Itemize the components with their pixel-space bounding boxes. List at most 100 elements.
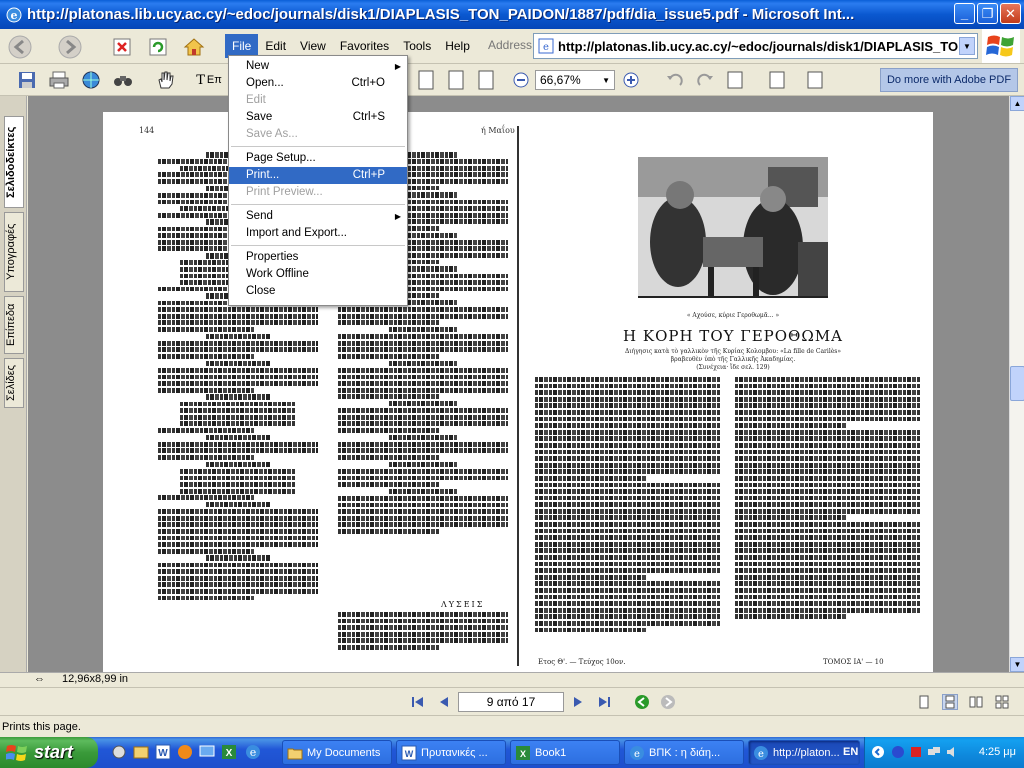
forward-button[interactable]: [56, 33, 84, 61]
menu-item-new[interactable]: New ▶: [229, 58, 407, 75]
page-size-icon: ⇔: [34, 673, 45, 685]
page-number: 144: [139, 126, 155, 135]
last-page-icon[interactable]: [596, 694, 612, 710]
vertical-scrollbar[interactable]: ▲ ▼: [1009, 96, 1024, 672]
scroll-down-icon[interactable]: ▼: [1010, 657, 1024, 672]
hand-tool-button[interactable]: [154, 69, 176, 91]
clock[interactable]: 4:25 μμ: [979, 746, 1016, 758]
task-book1[interactable]: X Book1: [510, 740, 620, 765]
taskbar: start W X e My Documents W Πρυτανικές ..…: [0, 737, 1024, 768]
email-button[interactable]: [80, 69, 102, 91]
go-back-view-icon[interactable]: [634, 694, 650, 710]
bluetooth-icon[interactable]: [891, 745, 905, 759]
start-button[interactable]: start: [0, 737, 98, 768]
home-button[interactable]: [180, 33, 208, 61]
language-indicator[interactable]: EN: [843, 746, 858, 758]
menu-item-print-preview: Print Preview...: [229, 184, 407, 201]
print-button[interactable]: [48, 69, 70, 91]
menu-item-open[interactable]: Open... Ctrl+O: [229, 75, 407, 92]
menu-item-label: Send: [246, 210, 273, 222]
task-bpk-browser[interactable]: e ΒΠΚ : η διάη...: [624, 740, 744, 765]
volume-icon[interactable]: [945, 745, 959, 759]
next-page-icon[interactable]: [570, 694, 586, 710]
quicklaunch-ie-icon[interactable]: e: [244, 743, 262, 761]
menu-item-import-export[interactable]: Import and Export...: [229, 225, 407, 242]
task-word-doc[interactable]: W Πρυτανικές ...: [396, 740, 506, 765]
tab-bookmarks[interactable]: Σελιδοδείκτες: [4, 116, 24, 208]
address-url[interactable]: http://platonas.lib.ucy.ac.cy/~edoc/jour…: [558, 39, 958, 54]
menu-item-label: Properties: [246, 251, 299, 263]
tool-button-b[interactable]: [766, 69, 788, 91]
zoom-out-button[interactable]: [510, 69, 532, 91]
menu-separator: [231, 204, 405, 205]
save-copy-button[interactable]: [16, 69, 38, 91]
navigation-pane-tabs: Σελιδοδείκτες Υπογραφές Επίπεδα Σελίδες: [0, 96, 27, 672]
page-view-button-3[interactable]: [475, 69, 497, 91]
close-button[interactable]: ✕: [1000, 3, 1021, 24]
scroll-up-icon[interactable]: ▲: [1010, 96, 1024, 111]
printer-icon: [49, 71, 69, 89]
quicklaunch-media-icon[interactable]: [176, 743, 194, 761]
menu-item-label: Edit: [246, 94, 266, 106]
minimize-button[interactable]: _: [954, 3, 975, 24]
refresh-icon: [149, 38, 167, 56]
svg-text:X: X: [520, 749, 526, 759]
previous-page-icon[interactable]: [436, 694, 452, 710]
menu-item-label: Save: [246, 111, 273, 123]
scrollbar-thumb[interactable]: [1010, 366, 1024, 401]
menu-item-work-offline[interactable]: Work Offline: [229, 266, 407, 283]
facing-layout-icon[interactable]: [968, 694, 984, 710]
page-view-button-2[interactable]: [445, 69, 467, 91]
rotate-left-button[interactable]: [664, 69, 686, 91]
zoom-dropdown-icon[interactable]: ▼: [602, 76, 610, 85]
single-page-layout-icon[interactable]: [916, 694, 932, 710]
page-tool-icon: [807, 71, 823, 89]
tab-signatures[interactable]: Υπογραφές: [4, 212, 24, 292]
quicklaunch-explorer-icon[interactable]: [132, 743, 150, 761]
tool-button-c[interactable]: [804, 69, 826, 91]
menu-item-save[interactable]: Save Ctrl+S: [229, 109, 407, 126]
select-text-button[interactable]: T Επ: [190, 69, 228, 91]
tab-pages[interactable]: Σελίδες: [4, 358, 24, 408]
tool-button-a[interactable]: [724, 69, 746, 91]
tray-chevron-icon[interactable]: [871, 745, 885, 759]
zoom-field[interactable]: 66,67% ▼: [535, 70, 615, 90]
menu-item-label: Open...: [246, 77, 284, 89]
address-label: Address: [488, 38, 533, 52]
menu-item-close[interactable]: Close: [229, 283, 407, 300]
search-button[interactable]: [112, 69, 134, 91]
antivirus-icon[interactable]: [909, 745, 923, 759]
stop-button[interactable]: [108, 33, 136, 61]
continuous-facing-layout-icon[interactable]: [994, 694, 1010, 710]
rotate-right-button[interactable]: [694, 69, 716, 91]
menu-help[interactable]: Help: [438, 34, 477, 58]
task-my-documents[interactable]: My Documents: [282, 740, 392, 765]
refresh-button[interactable]: [144, 33, 172, 61]
back-button[interactable]: [6, 33, 34, 61]
menu-item-label: Close: [246, 285, 276, 297]
network-icon[interactable]: [927, 745, 941, 759]
page-number-field[interactable]: 9 από 17: [458, 692, 564, 712]
adobe-pdf-button[interactable]: Do more with Adobe PDF: [880, 68, 1018, 92]
address-dropdown-icon[interactable]: ▼: [959, 37, 975, 55]
menu-item-properties[interactable]: Properties: [229, 249, 407, 266]
maximize-button[interactable]: ❐: [977, 3, 998, 24]
tab-layers[interactable]: Επίπεδα: [4, 296, 24, 354]
document-view[interactable]: 144 ή Μαΐου ΛΥΣΕΙΣ « Αχούσε, κύριε Γεροθ…: [28, 96, 1009, 672]
menu-item-page-setup[interactable]: Page Setup...: [229, 150, 407, 167]
quicklaunch-desktop-icon[interactable]: [198, 743, 216, 761]
internet-explorer-icon: e: [6, 7, 22, 22]
first-page-icon[interactable]: [410, 694, 426, 710]
quicklaunch-settings-icon[interactable]: [110, 743, 128, 761]
address-bar[interactable]: e http://platonas.lib.ucy.ac.cy/~edoc/jo…: [533, 33, 978, 59]
menu-item-send[interactable]: Send ▶: [229, 208, 407, 225]
continuous-layout-icon[interactable]: [942, 694, 958, 710]
quicklaunch-word-icon[interactable]: W: [154, 743, 172, 761]
menu-item-print[interactable]: Print... Ctrl+P: [229, 167, 407, 184]
quicklaunch-excel-icon[interactable]: X: [220, 743, 238, 761]
page-view-button-1[interactable]: [415, 69, 437, 91]
page-tool-icon: [769, 71, 785, 89]
go-forward-view-icon[interactable]: [660, 694, 676, 710]
footer-right: ΤΟΜΟΣ ΙΑ' — 10: [823, 658, 884, 666]
zoom-in-button[interactable]: [620, 69, 642, 91]
